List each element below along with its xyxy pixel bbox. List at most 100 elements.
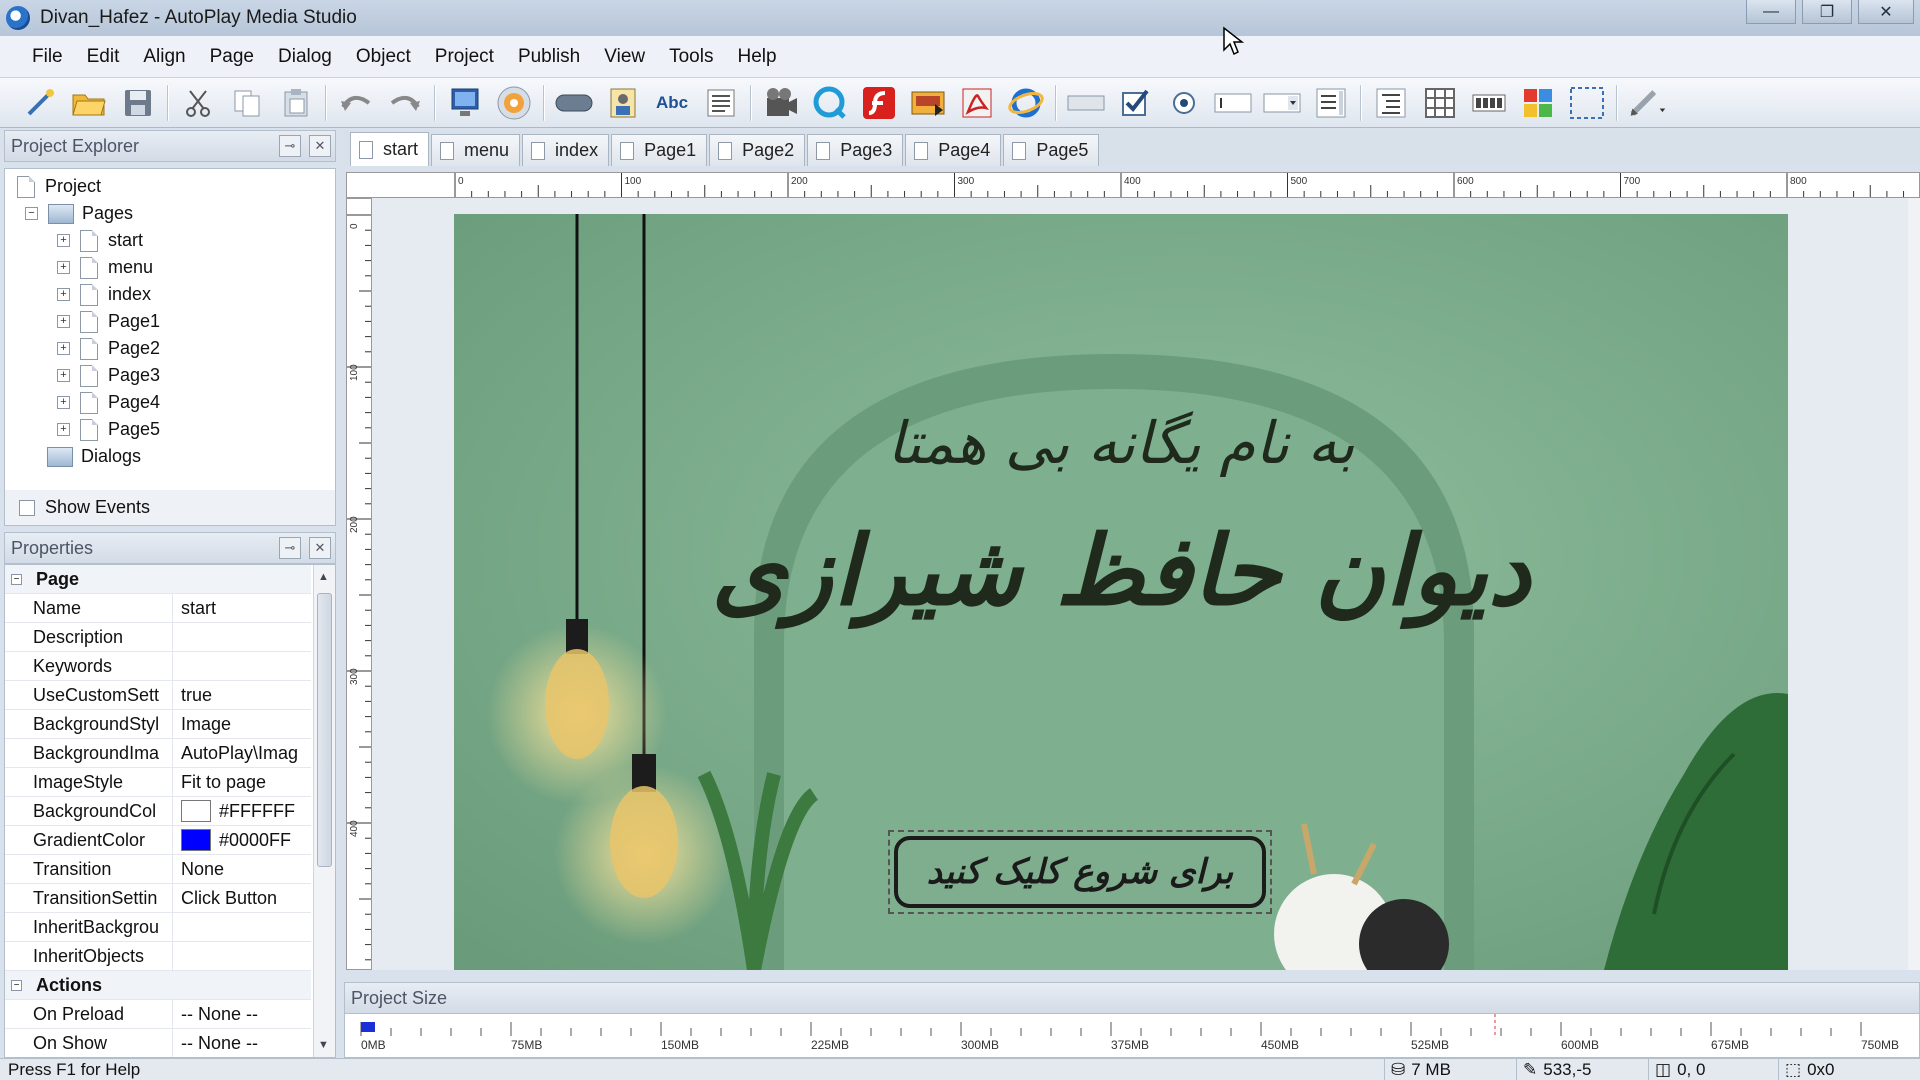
undo-icon[interactable] [336, 83, 376, 123]
expand-icon[interactable]: + [57, 315, 70, 328]
menu-project[interactable]: Project [423, 36, 506, 78]
action-row[interactable]: On Show -- None -- [5, 1029, 311, 1057]
property-row[interactable]: Keywords [5, 652, 311, 681]
grid-icon[interactable] [1420, 83, 1460, 123]
collapse-icon[interactable]: − [11, 573, 22, 585]
expand-icon[interactable]: + [57, 423, 70, 436]
menu-help[interactable]: Help [725, 36, 788, 78]
menu-view[interactable]: View [592, 36, 657, 78]
hotspot-icon[interactable] [1567, 83, 1607, 123]
property-row[interactable]: ImageStyle Fit to page [5, 768, 311, 797]
pdf-object-icon[interactable] [957, 83, 997, 123]
listbox-icon[interactable] [1311, 83, 1351, 123]
tree-item-page[interactable]: + Page2 [57, 335, 160, 362]
expand-icon[interactable]: + [57, 288, 70, 301]
tab-page5[interactable]: Page5 [1003, 134, 1100, 166]
menu-tools[interactable]: Tools [657, 36, 725, 78]
paste-icon[interactable] [276, 83, 316, 123]
cut-icon[interactable] [178, 83, 218, 123]
menu-file[interactable]: File [20, 36, 75, 78]
radio-object-icon[interactable] [1164, 83, 1204, 123]
label-object-icon[interactable]: Abc [652, 83, 692, 123]
tab-page4[interactable]: Page4 [905, 134, 1002, 166]
property-row[interactable]: Transition None [5, 855, 311, 884]
tab-menu[interactable]: menu [431, 134, 521, 166]
tree-item-page[interactable]: + index [57, 281, 151, 308]
maximize-button[interactable]: ❐ [1802, 0, 1852, 24]
tree-item-page[interactable]: + Page1 [57, 308, 160, 335]
menu-publish[interactable]: Publish [506, 36, 592, 78]
input-object-icon[interactable] [1066, 83, 1106, 123]
tab-index[interactable]: index [522, 134, 610, 166]
tab-page2[interactable]: Page2 [709, 134, 806, 166]
menu-edit[interactable]: Edit [75, 36, 132, 78]
scroll-thumb[interactable] [317, 593, 332, 867]
publish-disc-icon[interactable] [494, 83, 534, 123]
tab-start[interactable]: start [350, 132, 430, 166]
progress-icon[interactable] [1469, 83, 1509, 123]
action-row[interactable]: On Preload -- None -- [5, 1000, 311, 1029]
tab-page1[interactable]: Page1 [611, 134, 708, 166]
expand-icon[interactable]: + [57, 234, 70, 247]
canvas-scrollbar[interactable] [1908, 198, 1920, 970]
page-title-line1[interactable]: به نام یگانه بی همتا [454, 409, 1788, 477]
menu-object[interactable]: Object [344, 36, 423, 78]
redo-icon[interactable] [385, 83, 425, 123]
combobox-icon[interactable] [1262, 83, 1302, 123]
close-button[interactable]: ✕ [1858, 0, 1914, 24]
wand-icon[interactable] [20, 83, 60, 123]
property-row[interactable]: BackgroundIma AutoPlay\Imag [5, 739, 311, 768]
tab-page3[interactable]: Page3 [807, 134, 904, 166]
collapse-icon[interactable]: − [11, 979, 22, 991]
color-swatch[interactable] [181, 829, 211, 851]
expand-icon[interactable]: + [57, 261, 70, 274]
paragraph-object-icon[interactable] [701, 83, 741, 123]
save-icon[interactable] [118, 83, 158, 123]
property-row[interactable]: UseCustomSett true [5, 681, 311, 710]
properties-scrollbar[interactable]: ▲ ▼ [313, 565, 335, 1057]
property-category-page[interactable]: − Page [5, 565, 311, 594]
tree-item-dialogs[interactable]: Dialogs [47, 443, 141, 470]
pin-icon[interactable]: ⊸ [279, 537, 301, 559]
tree-item-page[interactable]: + Page5 [57, 416, 160, 443]
checkbox-object-icon[interactable] [1115, 83, 1155, 123]
open-folder-icon[interactable] [69, 83, 109, 123]
property-row[interactable]: TransitionSettin Click Button [5, 884, 311, 913]
expand-icon[interactable]: + [57, 396, 70, 409]
collapse-icon[interactable]: − [25, 207, 38, 220]
plugin-icon[interactable] [1518, 83, 1558, 123]
copy-icon[interactable] [227, 83, 267, 123]
minimize-button[interactable]: — [1746, 0, 1796, 24]
scroll-up-icon[interactable]: ▲ [318, 571, 329, 583]
property-row[interactable]: InheritObjects [5, 942, 311, 971]
tree-item-page[interactable]: + start [57, 227, 143, 254]
show-events-toggle[interactable]: Show Events [4, 490, 336, 526]
quicktime-object-icon[interactable] [810, 83, 850, 123]
expand-icon[interactable]: + [57, 369, 70, 382]
close-panel-icon[interactable]: ✕ [309, 135, 331, 157]
tree-item-page[interactable]: + Page3 [57, 362, 160, 389]
pin-icon[interactable]: ⊸ [279, 135, 301, 157]
property-category-actions[interactable]: − Actions [5, 971, 311, 1000]
tree-item-page[interactable]: + menu [57, 254, 153, 281]
video-object-icon[interactable] [761, 83, 801, 123]
property-row[interactable]: GradientColor #0000FF [5, 826, 311, 855]
property-row[interactable]: Name start [5, 594, 311, 623]
property-row[interactable]: Description [5, 623, 311, 652]
expand-icon[interactable]: + [57, 342, 70, 355]
image-object-icon[interactable] [603, 83, 643, 123]
button-object-icon[interactable] [554, 83, 594, 123]
menu-align[interactable]: Align [131, 36, 197, 78]
page-title-line2[interactable]: دیوان حافظ شیرازی [454, 514, 1788, 627]
pencil-icon[interactable] [1627, 83, 1667, 123]
property-row[interactable]: BackgroundStyl Image [5, 710, 311, 739]
tree-item-project[interactable]: Project [17, 173, 101, 200]
web-object-icon[interactable] [1006, 83, 1046, 123]
menu-page[interactable]: Page [198, 36, 266, 78]
tree-item-page[interactable]: + Page4 [57, 389, 160, 416]
slideshow-object-icon[interactable] [908, 83, 948, 123]
property-row[interactable]: InheritBackgrou [5, 913, 311, 942]
tree-item-pages[interactable]: − Pages [25, 200, 133, 227]
show-events-checkbox[interactable] [19, 499, 35, 516]
start-button[interactable]: برای شروع کلیک کنید [888, 830, 1272, 914]
